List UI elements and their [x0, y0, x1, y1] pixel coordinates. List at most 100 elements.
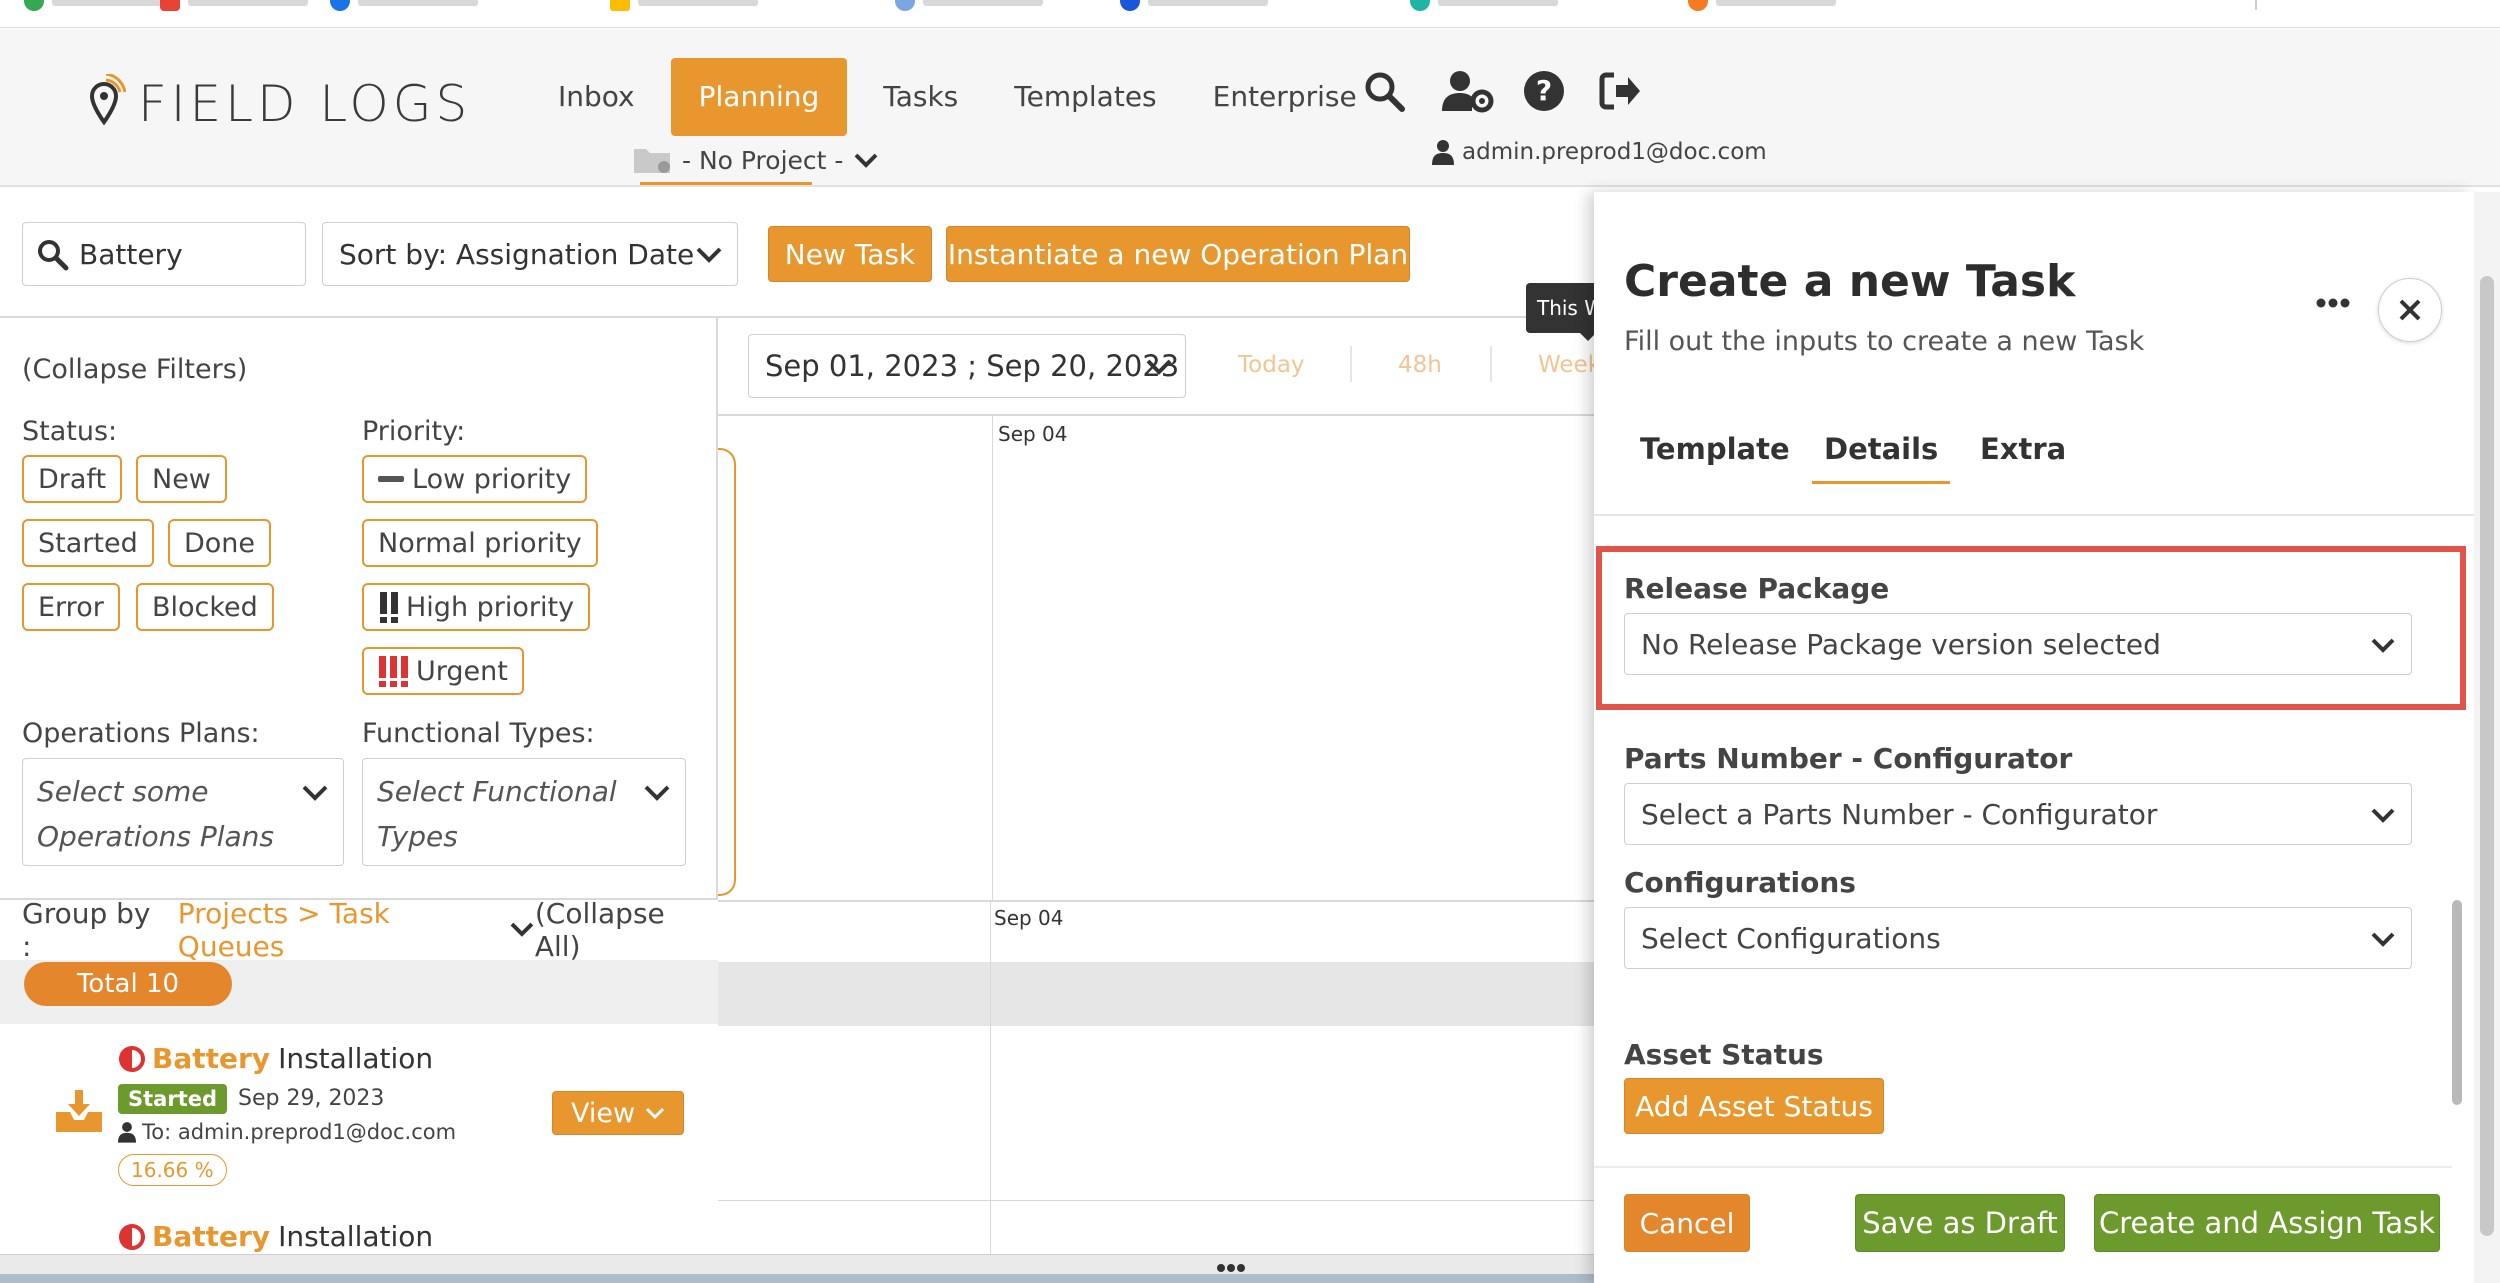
parts-number-label: Parts Number - Configurator — [1624, 742, 2073, 775]
parts-number-select[interactable]: Select a Parts Number - Configurator — [1624, 783, 2412, 845]
more-options-icon[interactable] — [2316, 298, 2350, 308]
calendar-header-line — [718, 414, 1594, 416]
logo-text: FIELD LOGS — [138, 75, 472, 133]
calendar-day-line — [992, 416, 993, 900]
app-header: FIELD LOGS Inbox Planning Tasks Template… — [0, 29, 2500, 187]
nav-tasks[interactable]: Tasks — [855, 58, 986, 136]
collapse-all-link[interactable]: (Collapse All) — [535, 897, 718, 963]
search-box[interactable] — [22, 222, 306, 286]
folder-icon — [634, 149, 670, 173]
group-by-bar: Group by : Projects > Task Queues (Colla… — [0, 897, 718, 963]
total-count-pill[interactable]: Total 10 — [24, 962, 232, 1006]
sort-select-label: Sort by: Assignation Date — [339, 237, 695, 271]
help-icon[interactable]: ? — [1522, 69, 1566, 113]
search-input[interactable] — [79, 237, 279, 271]
status-chip-new[interactable]: New — [136, 455, 227, 503]
panel-tab-details[interactable]: Details — [1811, 432, 1951, 484]
search-icon — [38, 240, 69, 271]
calendar-tab-48h[interactable]: 48h — [1398, 352, 1442, 378]
user-email: admin.preprod1@doc.com — [1462, 139, 1767, 165]
configurations-label: Configurations — [1624, 866, 1856, 899]
collapse-filters-link[interactable]: (Collapse Filters) — [22, 354, 247, 385]
bookmark-item[interactable] — [1688, 0, 1836, 12]
group-by-value[interactable]: Projects > Task Queues — [178, 897, 503, 963]
configurations-value: Select Configurations — [1641, 921, 1941, 955]
half-circle-status-icon — [119, 1045, 145, 1072]
cancel-button[interactable]: Cancel — [1624, 1194, 1750, 1252]
close-panel-button[interactable] — [2378, 278, 2442, 342]
sort-select[interactable]: Sort by: Assignation Date — [322, 222, 738, 286]
priority-chip-label: Low priority — [412, 463, 572, 495]
drag-handle-icon[interactable] — [1216, 1263, 1246, 1273]
bookmark-item[interactable] — [24, 0, 172, 12]
parts-number-value: Select a Parts Number - Configurator — [1641, 797, 2158, 831]
asset-status-label: Asset Status — [1624, 1038, 1824, 1071]
status-label: Status: — [22, 416, 118, 447]
panel-title: Create a new Task — [1624, 256, 2076, 307]
view-button[interactable]: View — [552, 1091, 684, 1135]
save-as-draft-button[interactable]: Save as Draft — [1855, 1194, 2065, 1252]
panel-tab-template[interactable]: Template — [1640, 432, 1790, 466]
main-nav: Inbox Planning Tasks Templates Enterpris… — [530, 58, 1385, 136]
priority-chip-label: Urgent — [416, 655, 508, 687]
bookmark-item[interactable] — [160, 0, 308, 12]
instantiate-operation-plan-button[interactable]: Instantiate a new Operation Plan — [946, 226, 1410, 282]
task-title-highlight: Battery — [152, 1220, 271, 1253]
calendar-day-line — [990, 902, 991, 1256]
triple-exclamation-icon — [379, 656, 408, 687]
priority-chip-high[interactable]: High priority — [362, 583, 591, 631]
configurations-select[interactable]: Select Configurations — [1624, 907, 2412, 969]
nav-inbox[interactable]: Inbox — [530, 58, 663, 136]
functional-types-label: Functional Types: — [362, 718, 595, 749]
operations-plans-placeholder: Select some Operations Plans — [37, 775, 274, 853]
panel-scrollbar-thumb[interactable] — [2452, 900, 2462, 1105]
view-button-label: View — [570, 1097, 636, 1129]
fieldlogs-logo[interactable]: FIELD LOGS — [82, 74, 471, 134]
bookmark-item[interactable] — [610, 0, 758, 12]
release-package-highlight — [1596, 546, 2466, 710]
project-selector[interactable]: - No Project - — [632, 145, 879, 185]
bookmark-item[interactable] — [330, 0, 478, 12]
new-task-button[interactable]: New Task — [768, 226, 932, 282]
add-asset-status-button[interactable]: Add Asset Status — [1624, 1078, 1884, 1134]
status-badge: Started — [118, 1084, 228, 1114]
user-settings-icon[interactable] — [1440, 69, 1496, 113]
panel-tab-extra[interactable]: Extra — [1980, 432, 2066, 466]
logout-icon[interactable] — [1598, 69, 1642, 113]
date-range-picker[interactable]: Sep 01, 2023 ; Sep 20, 2023 — [748, 334, 1186, 398]
task-title[interactable]: Battery Installation — [118, 1042, 433, 1075]
total-row: Total 10 — [0, 960, 718, 1024]
inbox-download-icon — [56, 1090, 102, 1132]
search-icon[interactable] — [1362, 69, 1406, 113]
priority-chip-low[interactable]: Low priority — [362, 455, 588, 503]
status-chip-error[interactable]: Error — [22, 583, 120, 631]
task-title[interactable]: Battery Installation — [118, 1220, 433, 1253]
operations-plans-select[interactable]: Select some Operations Plans — [22, 758, 344, 866]
create-and-assign-task-button[interactable]: Create and Assign Task — [2094, 1194, 2440, 1252]
status-chip-done[interactable]: Done — [168, 519, 272, 567]
nav-enterprise[interactable]: Enterprise — [1185, 58, 1385, 136]
calendar-tab-week[interactable]: Week — [1538, 352, 1601, 378]
functional-types-select[interactable]: Select Functional Types — [362, 758, 686, 866]
user-icon — [118, 1122, 136, 1143]
browser-bookmarks-bar — [0, 0, 2500, 28]
chevron-down-icon — [855, 153, 878, 168]
chevron-down-icon — [1146, 359, 1172, 375]
status-chip-started[interactable]: Started — [22, 519, 154, 567]
priority-chip-urgent[interactable]: Urgent — [362, 647, 524, 695]
priority-label: Priority: — [362, 416, 466, 447]
nav-templates[interactable]: Templates — [986, 58, 1184, 136]
half-circle-status-icon — [119, 1223, 145, 1250]
task-date: Sep 29, 2023 — [238, 1086, 385, 1111]
outer-scrollbar-thumb[interactable] — [2480, 276, 2494, 1236]
calendar-tab-today[interactable]: Today — [1238, 352, 1305, 378]
bookmark-item[interactable] — [1120, 0, 1268, 12]
status-chip-blocked[interactable]: Blocked — [136, 583, 274, 631]
status-chip-draft[interactable]: Draft — [22, 455, 123, 503]
bookmark-item[interactable] — [895, 0, 1043, 12]
nav-planning[interactable]: Planning — [670, 58, 848, 136]
bookmark-item[interactable] — [1410, 0, 1558, 12]
chevron-down-icon[interactable] — [509, 920, 535, 940]
priority-chip-normal[interactable]: Normal priority — [362, 519, 598, 567]
chevron-down-icon — [302, 785, 328, 801]
